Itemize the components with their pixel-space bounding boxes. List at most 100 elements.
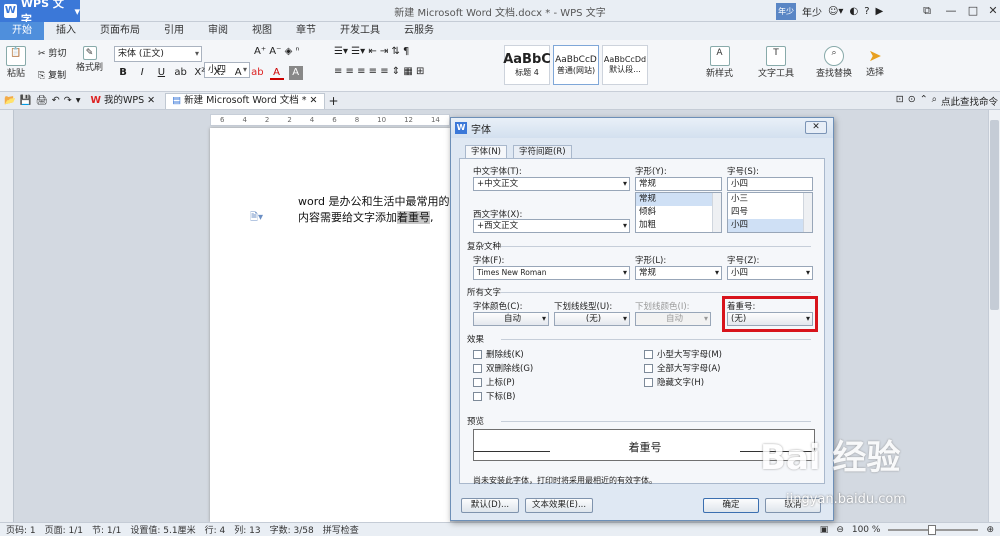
tab-home[interactable]: 开始 — [0, 22, 44, 40]
all-caps-checkbox[interactable]: 全部大写字母(A) — [644, 362, 720, 374]
customize-icon[interactable]: ▾ — [76, 95, 81, 106]
scroll-thumb[interactable] — [990, 120, 999, 310]
font-name-select[interactable]: 宋体 (正文) — [114, 46, 202, 62]
cut-button[interactable]: ✂ 剪切 — [38, 46, 66, 59]
close-button[interactable]: ✕ — [982, 2, 1000, 20]
redo-icon[interactable]: ↷ — [64, 95, 72, 106]
select-button[interactable]: ➤ 选择 — [866, 46, 884, 78]
hidden-text-checkbox[interactable]: 隐藏文字(H) — [644, 376, 704, 388]
tab-references[interactable]: 引用 — [152, 22, 196, 40]
tab-char-spacing[interactable]: 字符间距(R) — [513, 145, 572, 159]
app-menu-button[interactable]: W WPS 文字 ▾ — [0, 0, 80, 26]
settings-icon[interactable]: ◐ — [849, 6, 858, 17]
user-area[interactable]: 年少 年少 ☺▾ ◐ ? ▶ — [776, 3, 883, 20]
dialog-close-button[interactable]: ✕ — [805, 121, 827, 134]
format-painter-button[interactable]: ✎ 格式刷 — [76, 46, 103, 73]
print-icon[interactable]: 🖨 — [36, 95, 48, 106]
undo-icon[interactable]: ↶ — [52, 95, 60, 106]
cx-size-select[interactable]: 小四 ▾ — [727, 266, 813, 280]
restore-icon[interactable]: ⧉ — [916, 2, 938, 20]
bold-button[interactable]: B — [116, 66, 130, 80]
style-normal-web[interactable]: AaBbCcD 普通(网站) — [553, 45, 599, 85]
font-color-button[interactable]: A — [269, 66, 284, 80]
small-caps-checkbox[interactable]: 小型大写字母(M) — [644, 348, 722, 360]
list-item[interactable]: 小四 — [728, 219, 812, 232]
close-icon[interactable]: ✕ — [147, 93, 155, 109]
zoom-level[interactable]: 100 % — [852, 525, 881, 535]
tab-insert[interactable]: 插入 — [44, 22, 88, 40]
tab-cloud[interactable]: 云服务 — [392, 22, 446, 40]
list-item[interactable]: 倾斜 — [636, 206, 721, 219]
open-icon[interactable]: 📂 — [4, 95, 16, 106]
superscript-button[interactable]: X² — [193, 66, 207, 80]
font-size-input[interactable]: 小四 — [727, 177, 813, 191]
style-default-para[interactable]: AaBbCcDd 默认段... — [602, 45, 648, 85]
new-tab-icon[interactable]: + — [329, 94, 339, 108]
underline-button[interactable]: U — [154, 66, 168, 80]
tab-review[interactable]: 审阅 — [196, 22, 240, 40]
list-item[interactable]: 四号 — [728, 206, 812, 219]
paragraph-buttons-2[interactable]: ≡ ≡ ≡ ≡ ≡ ⇕ ▦ ⊞ — [334, 66, 424, 77]
strikethrough-button[interactable]: ab — [174, 66, 188, 80]
search-icon[interactable]: ⌕ — [932, 94, 937, 108]
tab-sections[interactable]: 章节 — [284, 22, 328, 40]
help-icon[interactable]: ? — [864, 6, 869, 17]
text-tools-button[interactable]: T 文字工具 — [758, 46, 794, 79]
list-item[interactable]: 小三 — [728, 193, 812, 206]
horizontal-ruler[interactable]: 6 4 2 2 4 6 8 10 12 14 — [210, 114, 450, 126]
subscript-checkbox[interactable]: 下标(B) — [473, 390, 515, 402]
font-size-list[interactable]: 小三 四号 小四 — [727, 192, 813, 233]
collapse-icon[interactable]: ⌃ — [920, 94, 928, 108]
user-name[interactable]: 年少 — [802, 4, 822, 19]
find-replace-button[interactable]: ⌕ 查找替换 — [816, 46, 852, 79]
spell-check[interactable]: 拼写检查 — [323, 523, 359, 536]
save-icon[interactable]: 💾 — [20, 95, 32, 106]
highlight-button[interactable]: ab — [250, 66, 264, 80]
zoom-in-icon[interactable]: ⊕ — [986, 525, 994, 535]
avatar[interactable]: 年少 — [776, 3, 796, 20]
command-search[interactable]: 点此查找命令 — [941, 94, 998, 108]
maximize-button[interactable]: □ — [962, 2, 984, 20]
font-style-input[interactable]: 常规 — [635, 177, 722, 191]
zoom-slider-thumb[interactable] — [928, 524, 937, 535]
default-button[interactable]: 默认(D)... — [461, 498, 519, 513]
cn-font-select[interactable]: +中文正文 ▾ — [473, 177, 630, 191]
paste-button[interactable]: 📋 粘贴 — [6, 46, 26, 79]
strikethrough-checkbox[interactable]: 删除线(K) — [473, 348, 524, 360]
skin-icon[interactable]: ⊙ — [908, 94, 916, 108]
document-page[interactable] — [210, 128, 450, 522]
share-icon[interactable]: ▶ — [876, 6, 884, 17]
list-item[interactable]: 加粗 — [636, 219, 721, 232]
skin-icon[interactable]: ☺▾ — [828, 6, 843, 17]
font-color-select[interactable]: 自动 ▾ — [473, 312, 549, 326]
vertical-scrollbar[interactable] — [988, 110, 1000, 522]
cx-font-select[interactable]: Times New Roman ▾ — [473, 266, 630, 280]
tab-developer[interactable]: 开发工具 — [328, 22, 392, 40]
superscript-checkbox[interactable]: 上标(P) — [473, 376, 515, 388]
tab-view[interactable]: 视图 — [240, 22, 284, 40]
italic-button[interactable]: I — [135, 66, 149, 80]
subscript-button[interactable]: X₂ — [212, 66, 226, 80]
vertical-ruler[interactable] — [0, 110, 14, 522]
tab-page-layout[interactable]: 页面布局 — [88, 22, 152, 40]
close-icon[interactable]: ✕ — [310, 93, 318, 109]
font-grow-shrink[interactable]: A⁺ A⁻ ◈ ⁿ — [254, 46, 299, 57]
zoom-out-icon[interactable]: ⊖ — [836, 525, 844, 535]
paragraph-icon[interactable]: 🗎▾ — [250, 210, 263, 227]
minimize-button[interactable]: — — [940, 2, 962, 20]
ok-button[interactable]: 确定 — [703, 498, 759, 513]
west-font-select[interactable]: +西文正文 ▾ — [473, 219, 630, 233]
underline-style-select[interactable]: (无) ▾ — [554, 312, 630, 326]
paragraph-buttons-1[interactable]: ☰▾ ☰▾ ⇤ ⇥ ⇅ ¶ — [334, 46, 409, 57]
double-strikethrough-checkbox[interactable]: 双删除线(G) — [473, 362, 533, 374]
char-shading-button[interactable]: A — [288, 66, 303, 80]
text-effects-button[interactable]: 文本效果(E)... — [525, 498, 593, 513]
document-text[interactable]: word 是办公和生活中最常用的 内容需要给文字添加着重号, — [298, 194, 450, 226]
new-style-button[interactable]: A 新样式 — [706, 46, 733, 79]
list-scrollbar[interactable] — [712, 193, 721, 232]
view-icon[interactable]: ▣ — [820, 525, 829, 535]
text-effect-button[interactable]: A — [231, 66, 245, 80]
list-item[interactable]: 常规 — [636, 193, 721, 206]
font-style-list[interactable]: 常规 倾斜 加粗 — [635, 192, 722, 233]
style-heading-4[interactable]: AaBbC 标题 4 — [503, 45, 551, 85]
